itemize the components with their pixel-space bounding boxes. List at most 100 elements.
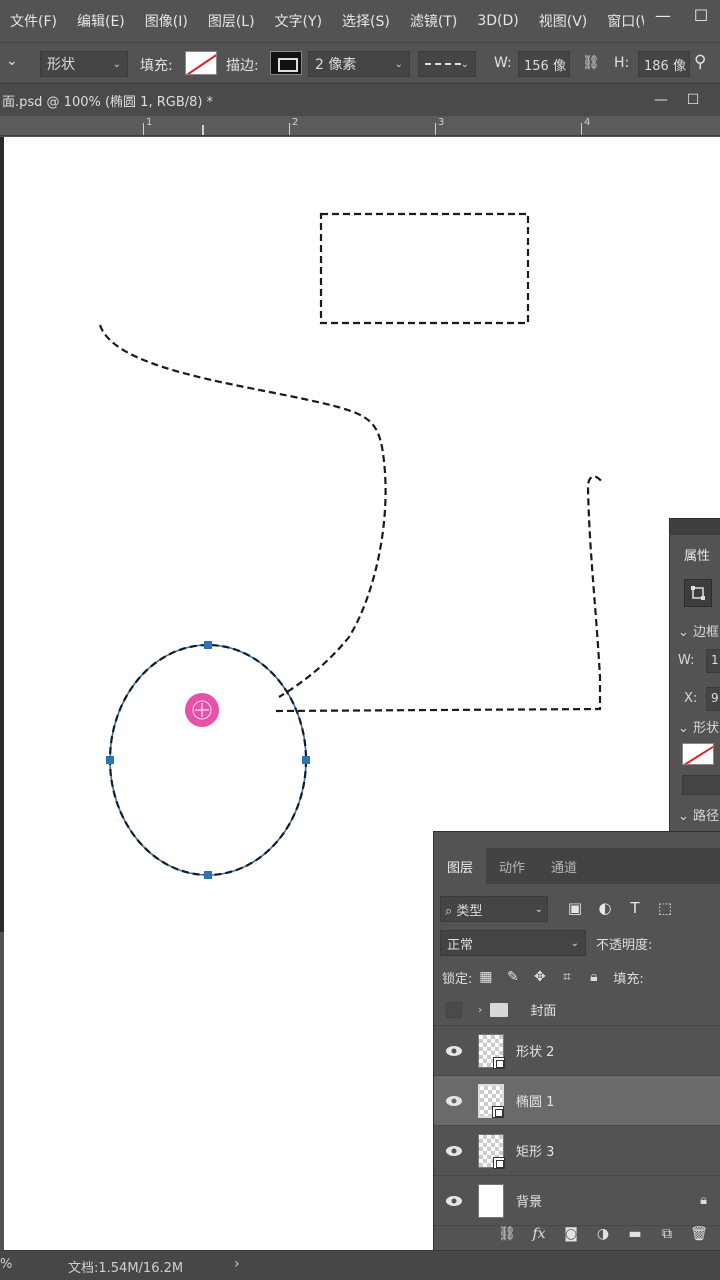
menu-layer[interactable]: 图层(L) (198, 11, 263, 31)
eye-icon-glyph (446, 1195, 462, 1206)
menu-view[interactable]: 视图(V) (529, 11, 596, 31)
properties-title: 属性 (684, 549, 711, 564)
chevron-down-icon: ⌄ (678, 721, 694, 736)
menu-select[interactable]: 选择(S) (332, 11, 398, 31)
layer-row[interactable]: 形状 2 (434, 1026, 720, 1076)
zoom-level[interactable]: % (0, 1257, 12, 1272)
anchor-handle-left (106, 756, 114, 764)
blend-mode-dropdown[interactable]: 正常 ⌄ (440, 930, 586, 956)
doc-maximize-button[interactable]: ☐ (678, 88, 708, 112)
layer-filter-dropdown[interactable]: ⌕ 类型 ⌄ (440, 896, 548, 922)
eye-icon-glyph (446, 1045, 462, 1056)
layer-row[interactable]: 矩形 3 (434, 1126, 720, 1176)
link-icon[interactable]: ⛓ (582, 55, 600, 71)
section-bounds[interactable]: ⌄ 边框 (678, 621, 719, 640)
lock-all-icon[interactable]: 🔒︎ (580, 969, 607, 985)
adjustment-filter-icon[interactable]: ◐ (594, 896, 616, 920)
shape-badge-icon (493, 1056, 505, 1069)
height-label: H: (614, 55, 630, 71)
visibility-toggle-empty[interactable] (446, 1001, 462, 1018)
menu-filter[interactable]: 滤镜(T) (400, 11, 465, 31)
layer-list: › 封面 形状 2 椭圆 1 矩形 3 背景 🔒︎ (434, 994, 720, 1226)
doc-minimize-button[interactable]: — (646, 88, 676, 112)
folder-icon (490, 1002, 509, 1017)
prop-fill-swatch[interactable] (682, 743, 714, 765)
lock-transparent-icon[interactable]: ▦ (472, 969, 499, 985)
options-bar: ⌄ 形状 ⌄ 填充: 描边: 2 像素 ⌄ ⌄ W: 156 像 ⛓ H: 18… (0, 42, 720, 84)
prop-x-input[interactable]: 9: (706, 687, 720, 711)
shape-mode-dropdown[interactable]: 形状 ⌄ (40, 51, 128, 77)
eye-icon[interactable] (434, 1126, 474, 1176)
adjustment-layer-icon[interactable]: ◑ (593, 1226, 613, 1242)
ruler-label: 1 (146, 117, 153, 128)
shape-filter-icon[interactable]: ⬚ (654, 896, 676, 920)
search-icon[interactable]: ⚲ (694, 52, 706, 72)
pixel-filter-icon[interactable]: ▣ (564, 896, 586, 920)
menu-type[interactable]: 文字(Y) (265, 11, 330, 31)
layer-name: 封面 (530, 1004, 557, 1019)
height-input[interactable]: 186 像 (638, 51, 690, 77)
prop-w-input[interactable]: 1! (706, 649, 720, 673)
status-menu-arrow-icon[interactable]: › (234, 1256, 240, 1272)
maximize-button[interactable]: ☐ (682, 0, 720, 30)
stroke-type-dropdown[interactable]: ⌄ (418, 51, 476, 77)
layer-filter-value: ⌕ 类型 (445, 903, 483, 919)
eye-icon-glyph (446, 1145, 462, 1156)
opacity-label: 不透明度: (596, 938, 653, 953)
shape-badge-icon (492, 1105, 504, 1118)
section-path[interactable]: ⌄ 路径 (678, 805, 719, 824)
layers-bottom-toolbar: ⛓ fx ◙ ◑ ▬ ⧉ 🗑︎ (434, 1218, 720, 1250)
status-bar: % 文档:1.54M/16.2M › (0, 1250, 720, 1280)
stroke-swatch[interactable] (270, 51, 302, 75)
add-mask-icon[interactable]: ◙ (561, 1226, 581, 1242)
menu-3d[interactable]: 3D(D) (467, 13, 526, 29)
prop-stroke-field[interactable] (682, 775, 720, 795)
section-shape-label: 形状 (693, 721, 720, 736)
layer-row-group[interactable]: › 封面 (434, 994, 720, 1026)
layer-row-selected[interactable]: 椭圆 1 (434, 1076, 720, 1126)
tool-preset-chevron-icon[interactable]: ⌄ (6, 53, 18, 69)
type-filter-icon[interactable]: T (624, 896, 646, 920)
document-tab[interactable]: 面.psd @ 100% (椭圆 1, RGB/8) * — ☐ (0, 84, 720, 116)
layers-panel: 图层 动作 通道 ⌕ 类型 ⌄ ▣ ◐ T ⬚ 正常 ⌄ 不透明度: 锁定: ▦… (433, 831, 720, 1250)
layer-thumbnail (478, 1033, 505, 1069)
eye-icon[interactable] (434, 1026, 474, 1076)
fx-icon[interactable]: fx (529, 1226, 549, 1242)
stroke-width-field[interactable]: 2 像素 ⌄ (308, 51, 410, 77)
dashed-angle-path (275, 475, 603, 713)
shape-badge-icon (493, 1156, 505, 1169)
tab-channels[interactable]: 通道 (538, 848, 590, 884)
horizontal-ruler[interactable]: 1 2 3 4 (0, 116, 720, 136)
menu-file[interactable]: 文件(F) (0, 11, 65, 31)
transform-icon (691, 586, 705, 600)
minimize-button[interactable]: — (644, 0, 682, 30)
new-layer-icon[interactable]: ⧉ (657, 1226, 677, 1242)
document-size: 文档:1.54M/16.2M (68, 1261, 184, 1276)
dashed-curve-path (98, 324, 387, 698)
lock-icon: 🔒︎ (700, 1193, 707, 1208)
section-shape[interactable]: ⌄ 形状 (678, 717, 719, 736)
menu-image[interactable]: 图像(I) (135, 11, 196, 31)
new-group-icon[interactable]: ▬ (625, 1226, 645, 1242)
lock-artboard-icon[interactable]: ⌗ (553, 969, 580, 985)
lock-position-icon[interactable]: ✥ (526, 969, 553, 985)
chevron-down-icon: ⌄ (570, 937, 579, 949)
chevron-down-icon: ⌄ (460, 58, 469, 70)
fill-label: 填充: (140, 58, 173, 74)
tab-layers[interactable]: 图层 (434, 848, 486, 884)
shape-mode-value: 形状 (47, 57, 75, 73)
eye-icon[interactable] (434, 1076, 474, 1126)
tab-actions[interactable]: 动作 (486, 848, 538, 884)
layer-name: 形状 2 (516, 1045, 555, 1060)
stroke-width-value: 2 像素 (315, 57, 357, 73)
ruler-tick (435, 123, 436, 135)
lock-paint-icon[interactable]: ✎ (499, 969, 526, 985)
width-input[interactable]: 156 像 (518, 51, 570, 77)
menu-edit[interactable]: 编辑(E) (67, 11, 133, 31)
delete-layer-icon[interactable]: 🗑︎ (689, 1226, 709, 1242)
chevron-right-icon[interactable]: › (478, 1003, 482, 1016)
shape-properties-icon[interactable] (684, 579, 712, 607)
anchor-handle-right (302, 756, 310, 764)
link-layers-icon[interactable]: ⛓ (497, 1226, 517, 1242)
fill-swatch[interactable] (185, 51, 217, 75)
